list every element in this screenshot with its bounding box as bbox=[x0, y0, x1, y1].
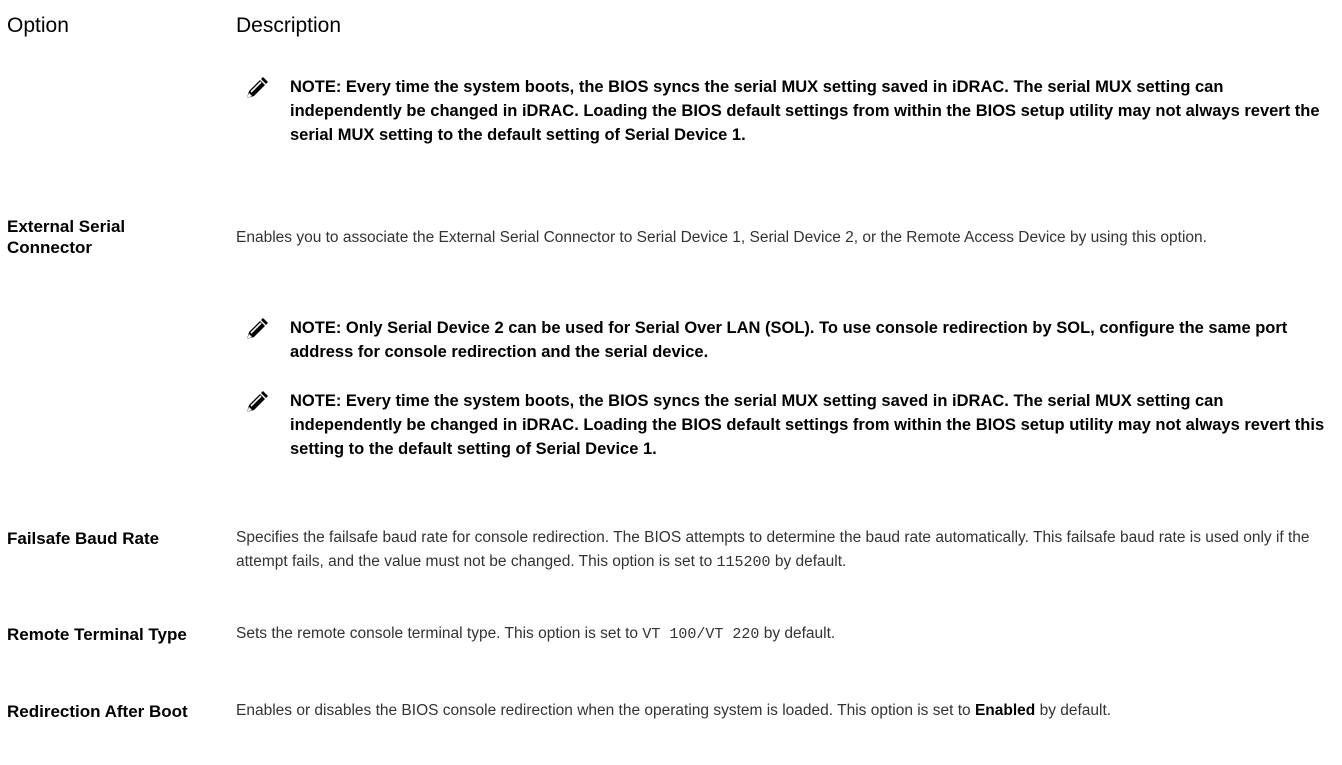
option-description-remote-terminal-type: Sets the remote console terminal type. T… bbox=[236, 622, 1326, 647]
option-label-external-serial-connector: External Serial Connector bbox=[7, 217, 126, 257]
description-text: by default. bbox=[770, 553, 847, 570]
note-pencil-icon bbox=[246, 77, 268, 99]
document-page: Option Description NOTE: Every time the … bbox=[0, 0, 1342, 765]
option-description-redirection-after-boot: Enables or disables the BIOS console red… bbox=[236, 699, 1326, 723]
option-description-external-serial-connector: Enables you to associate the External Se… bbox=[236, 229, 1207, 246]
default-value: 115200 bbox=[716, 554, 771, 571]
note-pencil-icon bbox=[246, 391, 268, 413]
default-value: VT 100/VT 220 bbox=[642, 626, 760, 643]
option-label-remote-terminal-type: Remote Terminal Type bbox=[7, 625, 187, 644]
note-text: NOTE: Every time the system boots, the B… bbox=[290, 392, 1325, 458]
description-text: Sets the remote console terminal type. T… bbox=[236, 625, 643, 642]
description-column-header: Description bbox=[236, 14, 342, 37]
default-value: Enabled bbox=[974, 702, 1036, 719]
description-text: by default. bbox=[759, 625, 836, 642]
option-description-failsafe-baud-rate: Specifies the failsafe baud rate for con… bbox=[236, 526, 1326, 575]
note-text: NOTE: Every time the system boots, the B… bbox=[290, 78, 1320, 144]
option-column-header: Option bbox=[7, 14, 69, 37]
note-pencil-icon bbox=[246, 318, 268, 340]
table-header: Option Description bbox=[0, 12, 1342, 42]
description-text: Enables or disables the BIOS console red… bbox=[236, 702, 975, 719]
option-label-redirection-after-boot: Redirection After Boot bbox=[7, 702, 188, 721]
option-label-failsafe-baud-rate: Failsafe Baud Rate bbox=[7, 529, 160, 548]
note-text: NOTE: Only Serial Device 2 can be used f… bbox=[290, 319, 1288, 361]
description-text: by default. bbox=[1035, 702, 1112, 719]
